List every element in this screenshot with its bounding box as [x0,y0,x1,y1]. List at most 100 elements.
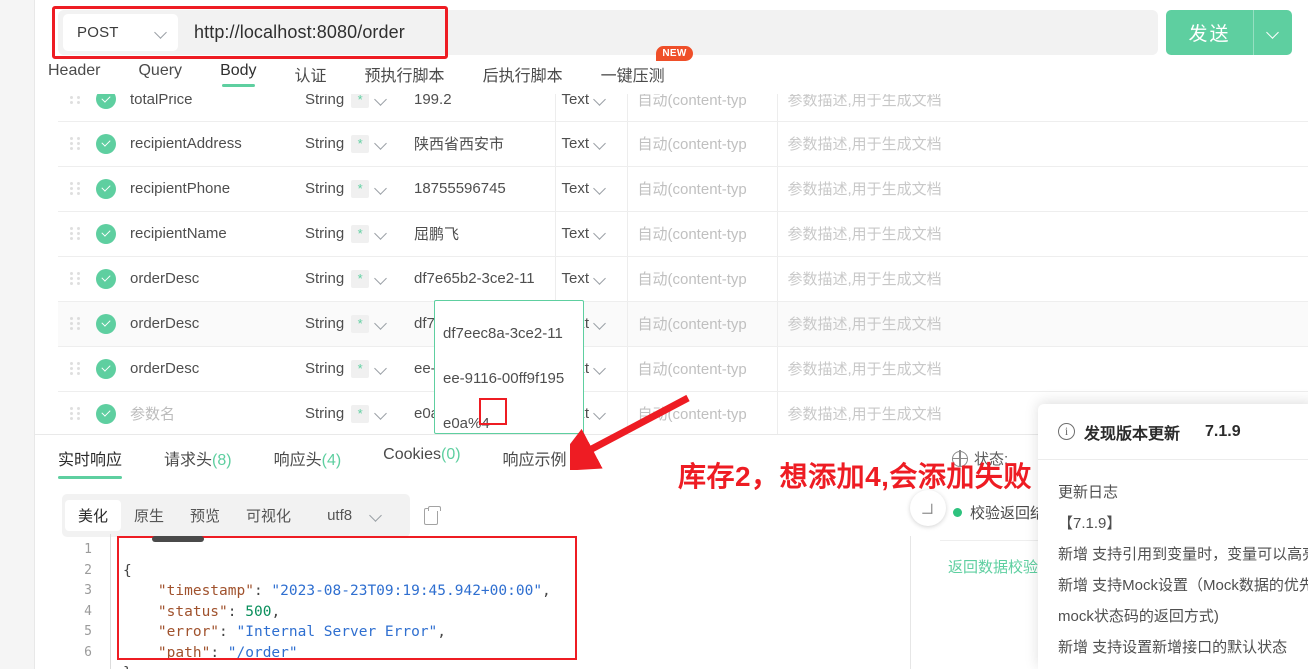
table-row[interactable]: recipientName String * 屈鹏飞 Text 自动(conten… [58,211,1308,257]
copy-icon[interactable] [424,506,442,525]
panel-collapse-button[interactable] [910,490,946,526]
param-description[interactable]: 参数描述,用于生成文档 [778,94,1308,110]
row-enabled-checkbox[interactable] [96,94,130,122]
row-enabled-checkbox[interactable] [96,256,130,302]
row-drag-handle[interactable] [58,256,96,302]
row-drag-handle[interactable] [58,391,96,434]
row-drag-handle[interactable] [58,346,96,392]
row-enabled-checkbox[interactable] [96,346,130,392]
param-name[interactable]: orderDesc [130,270,305,287]
send-button-group[interactable]: 发送 [1166,10,1292,55]
tab-response-example[interactable]: 响应示例 [503,446,567,479]
required-badge: * [351,359,370,378]
send-button[interactable]: 发送 [1166,10,1253,55]
row-enabled-checkbox[interactable] [96,166,130,212]
param-description[interactable]: 参数描述,用于生成文档 [778,268,1308,289]
tab-request-headers[interactable]: 请求头(8) [164,446,232,479]
http-method-select[interactable]: POST [63,14,178,51]
param-content-kind-select[interactable]: Text [555,94,628,122]
table-row[interactable]: recipientPhone String * 18755596745 Text … [58,166,1308,212]
param-content-kind-select[interactable]: Text [555,256,628,302]
format-raw-button[interactable]: 原生 [121,500,177,531]
row-drag-handle[interactable] [58,94,96,122]
horizontal-scrollbar-thumb[interactable] [152,536,204,542]
param-type-select[interactable]: String * [305,346,410,392]
param-type-select[interactable]: String * [305,166,410,212]
row-enabled-checkbox[interactable] [96,301,130,347]
param-content-type[interactable]: 自动(content-typ [628,313,777,334]
status-dot-icon [953,508,962,517]
param-content-type[interactable]: 自动(content-typ [628,268,777,289]
param-description[interactable]: 参数描述,用于生成文档 [778,178,1308,199]
expanded-value-editor[interactable]: df7eec8a-3ce2-11 ee-9116-00ff9f195 e0a%4 [434,300,584,434]
return-data-validation-link[interactable]: 返回数据校验 [948,556,1038,577]
param-content-type[interactable]: 自动(content-typ [628,358,777,379]
response-body-viewer[interactable]: 1 2 3 4 5 6 { "timestamp": "2023-08-23T0… [62,534,910,669]
param-content-kind-select[interactable]: Text [555,121,628,167]
row-drag-handle[interactable] [58,121,96,167]
param-content-type[interactable]: 自动(content-typ [628,94,777,110]
param-name[interactable]: 参数名 [130,403,305,424]
row-drag-handle[interactable] [58,166,96,212]
send-options-button[interactable] [1254,10,1292,55]
table-row[interactable]: orderDesc String * df7e65b2-3ce2-11 Text … [58,256,1308,302]
version-update-panel[interactable]: i 发现版本更新 7.1.9 更新日志 【7.1.9】 新增 支持引用到变量时，… [1038,404,1308,669]
required-badge: * [351,224,370,243]
tab-stress-test[interactable]: 一键压测 NEW [601,46,693,93]
encoding-select[interactable]: utf8 [304,497,408,534]
param-content-type[interactable]: 自动(content-typ [628,133,777,154]
format-preview-button[interactable]: 预览 [177,500,233,531]
table-row[interactable]: orderDesc String* ee-9116-00ff9f195 Text… [58,346,1308,392]
param-value[interactable]: 199.2 [410,94,554,108]
param-content-kind-select[interactable]: Text [555,166,628,212]
param-name[interactable]: orderDesc [130,315,305,332]
param-type-select[interactable]: String * [305,256,410,302]
tab-auth[interactable]: 认证 [295,62,327,93]
param-description[interactable]: 参数描述,用于生成文档 [778,133,1308,154]
param-description[interactable]: 参数描述,用于生成文档 [778,223,1308,244]
param-value[interactable]: df7e65b2-3ce2-11 [410,270,555,287]
param-description[interactable]: 参数描述,用于生成文档 [778,358,1308,379]
param-name[interactable]: orderDesc [130,360,305,377]
tab-body[interactable]: Body [220,62,257,87]
param-content-type[interactable]: 自动(content-typ [628,403,777,424]
param-value[interactable]: 18755596745 [410,180,555,197]
format-visualize-button[interactable]: 可视化 [233,500,304,531]
param-name[interactable]: recipientPhone [130,180,305,197]
format-beautify-button[interactable]: 美化 [65,500,122,531]
required-badge: * [351,179,370,198]
param-name[interactable]: recipientName [130,225,305,242]
param-type-select[interactable]: String * [305,301,410,347]
param-value[interactable]: 屈鹏飞 [410,223,555,244]
param-description[interactable]: 参数描述,用于生成文档 [778,313,1308,334]
tab-response-headers[interactable]: 响应头(4) [274,446,342,479]
tab-live-response[interactable]: 实时响应 [58,446,123,479]
tab-post-script[interactable]: 后执行脚本 [483,62,563,93]
tab-query[interactable]: Query [138,62,182,87]
table-row[interactable]: orderDesc String* df7eec8a-3ce2-11 Text … [58,301,1308,347]
tab-cookies[interactable]: Cookies(0) [383,446,460,473]
param-content-kind-select[interactable]: Text [555,211,628,257]
tab-header[interactable]: Header [48,62,100,87]
param-content-kind-label: Text [561,180,590,197]
param-type-select[interactable]: String * [305,121,410,167]
tab-pre-script[interactable]: 预执行脚本 [365,62,445,93]
param-type-select[interactable]: String * [305,94,410,122]
url-input[interactable] [178,22,1158,43]
code-content[interactable]: { "timestamp": "2023-08-23T09:19:45.942+… [110,534,910,669]
param-type-select[interactable]: String * [305,391,410,434]
param-content-type[interactable]: 自动(content-typ [628,223,777,244]
param-name[interactable]: totalPrice [130,94,305,108]
param-content-type[interactable]: 自动(content-typ [628,178,777,199]
row-enabled-checkbox[interactable] [96,211,130,257]
row-drag-handle[interactable] [58,211,96,257]
param-name[interactable]: recipientAddress [130,135,305,152]
table-row[interactable]: recipientAddress String * 陕西省西安市 Text 自动(… [58,121,1308,167]
param-value[interactable]: 陕西省西安市 [410,133,555,154]
row-enabled-checkbox[interactable] [96,391,130,434]
row-enabled-checkbox[interactable] [96,121,130,167]
param-type-select[interactable]: String * [305,211,410,257]
row-drag-handle[interactable] [58,301,96,347]
drag-handle-icon [70,271,80,286]
table-row[interactable]: totalPrice String * 199.2 Text 自动(conten… [58,94,1308,122]
